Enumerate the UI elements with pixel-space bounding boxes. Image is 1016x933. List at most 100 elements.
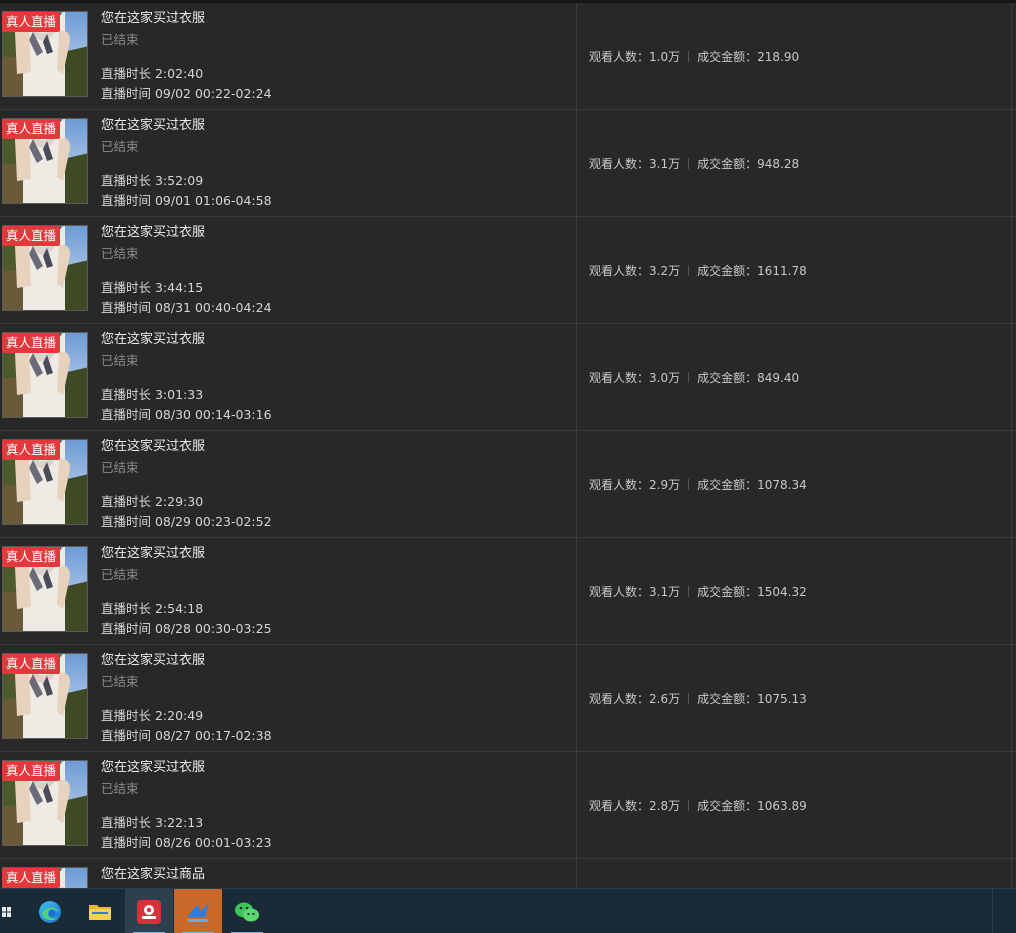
session-status: 已结束 bbox=[101, 139, 139, 154]
live-tag-badge: 真人直播 bbox=[2, 761, 61, 781]
column-divider bbox=[576, 752, 577, 858]
windows-taskbar bbox=[0, 888, 1016, 933]
taskbar-tray-edge bbox=[992, 889, 1016, 933]
row-right-border bbox=[1011, 217, 1012, 323]
list-item[interactable]: 真人直播 您在这家买过衣服 已结束 直播时长 3:52:09 直播时间 09/0… bbox=[0, 110, 1016, 217]
live-tag-badge: 真人直播 bbox=[2, 226, 61, 246]
session-title[interactable]: 您在这家买过衣服 bbox=[101, 11, 272, 27]
stats-separator bbox=[688, 586, 690, 597]
session-title[interactable]: 您在这家买过衣服 bbox=[101, 332, 272, 348]
session-time: 直播时间 09/02 00:22-02:24 bbox=[101, 86, 272, 101]
row-right-border bbox=[1011, 645, 1012, 751]
session-status: 已结束 bbox=[101, 32, 139, 47]
wechat-icon[interactable] bbox=[223, 889, 271, 933]
viewer-count: 观看人数：2.9万 bbox=[589, 478, 681, 492]
session-duration: 直播时长 2:54:18 bbox=[101, 601, 204, 616]
column-divider bbox=[576, 859, 577, 888]
session-stats: 观看人数：3.0万 成交金额：849.40 bbox=[589, 369, 799, 386]
live-tag-badge: 真人直播 bbox=[2, 12, 61, 32]
session-stats: 观看人数：1.0万 成交金额：218.90 bbox=[589, 48, 799, 65]
session-duration: 直播时长 2:20:49 bbox=[101, 708, 204, 723]
session-stats: 观看人数：3.1万 成交金额：1504.32 bbox=[589, 583, 807, 600]
row-right-border bbox=[1011, 752, 1012, 858]
session-duration: 直播时长 3:22:13 bbox=[101, 815, 204, 830]
session-time: 直播时间 09/01 01:06-04:58 bbox=[101, 193, 272, 208]
sales-amount: 成交金额：218.90 bbox=[697, 50, 800, 64]
session-stats: 观看人数：3.1万 成交金额：948.28 bbox=[589, 155, 799, 172]
list-item[interactable]: 真人直播 您在这家买过衣服 已结束 直播时长 2:54:18 直播时间 08/2… bbox=[0, 538, 1016, 645]
session-stats: 观看人数：2.6万 成交金额：1075.13 bbox=[589, 690, 807, 707]
stats-separator bbox=[688, 51, 690, 62]
list-item[interactable]: 真人直播 您在这家买过衣服 已结束 直播时长 2:02:40 直播时间 09/0… bbox=[0, 3, 1016, 110]
live-tag-badge: 真人直播 bbox=[2, 333, 61, 353]
list-item[interactable]: 真人直播 您在这家买过衣服 已结束 直播时长 2:20:49 直播时间 08/2… bbox=[0, 645, 1016, 752]
stats-separator bbox=[688, 372, 690, 383]
session-duration: 直播时长 2:29:30 bbox=[101, 494, 204, 509]
session-title[interactable]: 您在这家买过衣服 bbox=[101, 653, 272, 669]
list-item[interactable]: 真人直播 您在这家买过商品 bbox=[0, 859, 1016, 888]
session-duration: 直播时长 2:02:40 bbox=[101, 66, 204, 81]
list-item[interactable]: 真人直播 您在这家买过衣服 已结束 直播时长 2:29:30 直播时间 08/2… bbox=[0, 431, 1016, 538]
file-explorer-icon[interactable] bbox=[76, 889, 124, 933]
session-time: 直播时间 08/31 00:40-04:24 bbox=[101, 300, 272, 315]
session-title[interactable]: 您在这家买过商品 bbox=[101, 867, 205, 883]
row-right-border bbox=[1011, 431, 1012, 537]
session-status: 已结束 bbox=[101, 781, 139, 796]
row-right-border bbox=[1011, 538, 1012, 644]
stats-separator bbox=[688, 479, 690, 490]
session-time: 直播时间 08/28 00:30-03:25 bbox=[101, 621, 272, 636]
viewer-count: 观看人数：3.1万 bbox=[589, 157, 681, 171]
stats-separator bbox=[688, 693, 690, 704]
row-right-border bbox=[1011, 859, 1012, 888]
sales-amount: 成交金额：1611.78 bbox=[697, 264, 807, 278]
sales-amount: 成交金额：948.28 bbox=[697, 157, 800, 171]
row-right-border bbox=[1011, 3, 1012, 109]
blue-app-icon[interactable] bbox=[174, 889, 222, 933]
session-title[interactable]: 您在这家买过衣服 bbox=[101, 546, 272, 562]
session-status: 已结束 bbox=[101, 246, 139, 261]
viewer-count: 观看人数：2.6万 bbox=[589, 692, 681, 706]
session-time: 直播时间 08/27 00:17-02:38 bbox=[101, 728, 272, 743]
row-right-border bbox=[1011, 110, 1012, 216]
session-duration: 直播时长 3:52:09 bbox=[101, 173, 204, 188]
live-tag-badge: 真人直播 bbox=[2, 440, 61, 460]
live-tag-badge: 真人直播 bbox=[2, 868, 61, 888]
edge-browser-icon[interactable] bbox=[26, 889, 74, 933]
column-divider bbox=[576, 431, 577, 537]
stats-separator bbox=[688, 158, 690, 169]
column-divider bbox=[576, 645, 577, 751]
session-status: 已结束 bbox=[101, 567, 139, 582]
session-time: 直播时间 08/29 00:23-02:52 bbox=[101, 514, 272, 529]
live-tag-badge: 真人直播 bbox=[2, 654, 61, 674]
viewer-count: 观看人数：1.0万 bbox=[589, 50, 681, 64]
session-duration: 直播时长 3:01:33 bbox=[101, 387, 204, 402]
sales-amount: 成交金额：849.40 bbox=[697, 371, 800, 385]
session-stats: 观看人数：2.9万 成交金额：1078.34 bbox=[589, 476, 807, 493]
list-item[interactable]: 真人直播 您在这家买过衣服 已结束 直播时长 3:01:33 直播时间 08/3… bbox=[0, 324, 1016, 431]
live-tag-badge: 真人直播 bbox=[2, 547, 61, 567]
column-divider bbox=[576, 217, 577, 323]
sales-amount: 成交金额：1078.34 bbox=[697, 478, 807, 492]
session-time: 直播时间 08/30 00:14-03:16 bbox=[101, 407, 272, 422]
column-divider bbox=[576, 110, 577, 216]
session-title[interactable]: 您在这家买过衣服 bbox=[101, 118, 272, 134]
session-title[interactable]: 您在这家买过衣服 bbox=[101, 760, 272, 776]
viewer-count: 观看人数：3.2万 bbox=[589, 264, 681, 278]
live-session-list[interactable]: 真人直播 您在这家买过衣服 已结束 直播时长 2:02:40 直播时间 09/0… bbox=[0, 3, 1016, 888]
row-right-border bbox=[1011, 324, 1012, 430]
red-app-icon[interactable] bbox=[125, 889, 173, 933]
column-divider bbox=[576, 3, 577, 109]
session-duration: 直播时长 3:44:15 bbox=[101, 280, 204, 295]
viewer-count: 观看人数：2.8万 bbox=[589, 799, 681, 813]
session-title[interactable]: 您在这家买过衣服 bbox=[101, 225, 272, 241]
windows-start-icon[interactable] bbox=[0, 889, 12, 933]
sales-amount: 成交金额：1063.89 bbox=[697, 799, 807, 813]
list-item[interactable]: 真人直播 您在这家买过衣服 已结束 直播时长 3:44:15 直播时间 08/3… bbox=[0, 217, 1016, 324]
sales-amount: 成交金额：1075.13 bbox=[697, 692, 807, 706]
viewer-count: 观看人数：3.1万 bbox=[589, 585, 681, 599]
session-title[interactable]: 您在这家买过衣服 bbox=[101, 439, 272, 455]
list-item[interactable]: 真人直播 您在这家买过衣服 已结束 直播时长 3:22:13 直播时间 08/2… bbox=[0, 752, 1016, 859]
live-tag-badge: 真人直播 bbox=[2, 119, 61, 139]
sales-amount: 成交金额：1504.32 bbox=[697, 585, 807, 599]
session-status: 已结束 bbox=[101, 353, 139, 368]
